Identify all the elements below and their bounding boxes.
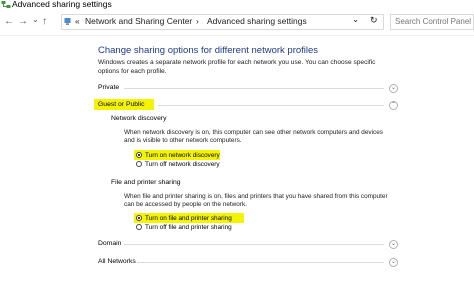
chevron-down-icon[interactable]: ⌄ [389,258,398,267]
breadcrumb-prefix: « [75,16,80,26]
breadcrumb-advanced-sharing-settings[interactable]: Advanced sharing settings [207,16,307,26]
network-discovery-on-radio[interactable] [136,152,142,158]
back-button[interactable]: ← [4,16,14,27]
recent-locations-button[interactable]: ⌄ [32,15,39,24]
chevron-down-icon[interactable]: ⌄ [389,240,398,249]
profile-all-networks-label[interactable]: All Networks [98,258,136,265]
refresh-button[interactable]: ↻ [370,15,378,26]
file-printer-sharing-on-label[interactable]: Turn on file and printer sharing [145,215,232,222]
network-discovery-description: When network discovery is on, this compu… [124,129,383,145]
chevron-up-icon[interactable]: ⌃ [389,101,398,110]
breadcrumb-separator: › [196,16,199,26]
file-printer-sharing-on-radio[interactable] [136,215,142,221]
file-printer-sharing-description: When file and printer sharing is on, fil… [124,193,388,209]
profile-domain-label[interactable]: Domain [98,240,121,247]
up-button[interactable]: ↑ [42,16,47,27]
network-discovery-off-radio[interactable] [136,161,142,167]
control-panel-icon [64,18,71,25]
network-discovery-off-label[interactable]: Turn off network discovery [145,161,220,168]
divider [124,88,384,89]
divider [137,262,384,263]
page-title: Change sharing options for different net… [98,45,319,56]
file-printer-sharing-off-radio[interactable] [136,224,142,230]
network-discovery-title: Network discovery [111,115,167,122]
window-title: Advanced sharing settings [12,0,112,9]
network-sharing-icon [1,1,11,8]
divider [0,35,474,36]
intro-text: Windows creates a separate network profi… [98,59,376,75]
network-discovery-on-label[interactable]: Turn on network discovery [145,152,220,159]
file-printer-sharing-off-label[interactable]: Turn off file and printer sharing [145,224,232,231]
profile-private-label[interactable]: Private [98,84,119,91]
profile-guest-public-label[interactable]: Guest or Public [98,101,144,108]
file-printer-sharing-title: File and printer sharing [111,179,181,186]
forward-button[interactable]: → [18,16,28,27]
chevron-down-icon[interactable]: ⌄ [389,84,398,93]
divider [124,244,384,245]
search-placeholder: Search Control Panel [395,17,472,26]
divider [158,105,384,106]
address-dropdown-button[interactable]: ⌄ [352,14,359,25]
breadcrumb-network-sharing-center[interactable]: Network and Sharing Center [85,16,192,26]
